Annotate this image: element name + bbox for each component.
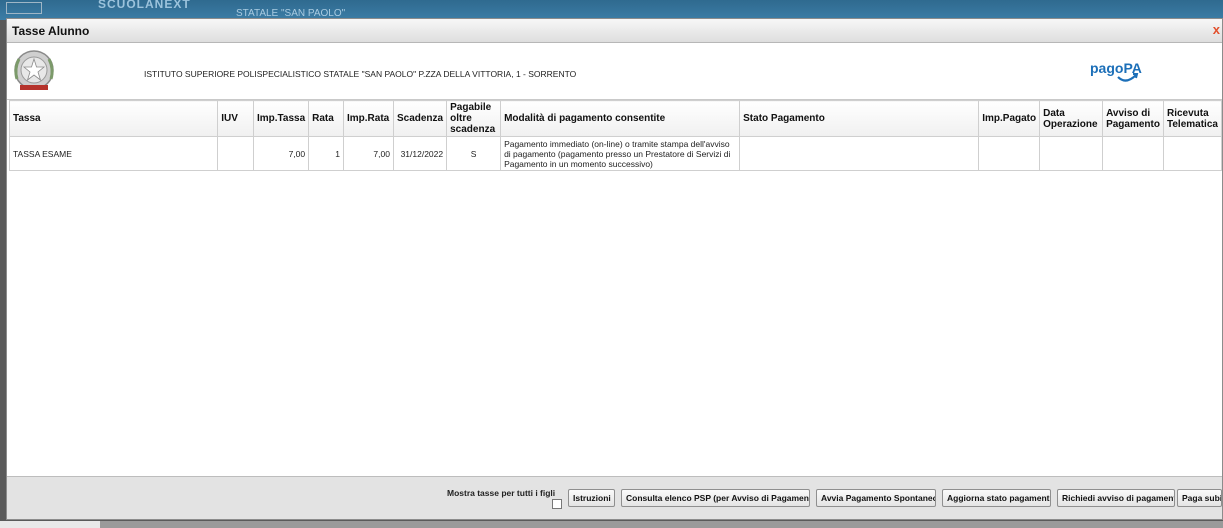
- col-header-avviso[interactable]: Avviso di Pagamento: [1102, 100, 1164, 137]
- cell-modalita: Pagamento immediato (on-line) o tramite …: [500, 136, 741, 171]
- cell-imp-rata: 7,00: [343, 136, 394, 171]
- italian-republic-emblem-icon: [14, 50, 54, 90]
- background-app-footer: [0, 521, 1223, 528]
- pagopa-logo: pagoPA: [1090, 60, 1142, 82]
- cell-rata: 1: [308, 136, 344, 171]
- show-all-checkbox[interactable]: [552, 499, 562, 509]
- school-name: ISTITUTO SUPERIORE POLISPECIALISTICO STA…: [144, 69, 577, 79]
- col-header-rata[interactable]: Rata: [308, 100, 344, 137]
- cell-pagabile-oltre: S: [446, 136, 502, 171]
- cell-imp-tassa: 7,00: [252, 136, 310, 171]
- col-header-ricevuta[interactable]: Ricevuta Telematica: [1162, 100, 1223, 137]
- col-header-modalita[interactable]: Modalità di pagamento consentite: [500, 100, 741, 137]
- show-all-label: Mostra tasse per tutti i figli: [447, 488, 556, 498]
- cell-scadenza: 31/12/2022: [392, 136, 448, 171]
- col-header-data-operazione[interactable]: Data Operazione: [1039, 100, 1104, 137]
- col-header-tassa[interactable]: Tassa: [8, 100, 219, 137]
- col-header-imp-pagato[interactable]: Imp.Pagato: [978, 100, 1041, 137]
- tasse-alunno-dialog: Tasse Alunno x ISTITUTO SUPERIORE POLISP…: [6, 18, 1223, 520]
- paga-subito-button[interactable]: Paga subito: [1177, 489, 1222, 507]
- close-icon[interactable]: x: [1213, 22, 1220, 37]
- cell-data-operazione: [1039, 136, 1104, 171]
- cell-imp-pagato: [978, 136, 1041, 171]
- consulta-psp-button[interactable]: Consulta elenco PSP (per Avviso di Pagam…: [621, 489, 810, 507]
- col-header-scadenza[interactable]: Scadenza: [392, 100, 448, 137]
- dialog-titlebar: Tasse Alunno x: [7, 19, 1222, 43]
- col-header-iuv[interactable]: IUV: [217, 100, 254, 137]
- tasse-table: Tassa IUV Imp.Tassa Rata Imp.Rata Scaden…: [8, 100, 1223, 171]
- cell-stato: [739, 136, 980, 171]
- cell-tassa: TASSA ESAME: [8, 136, 219, 171]
- school-header: ISTITUTO SUPERIORE POLISPECIALISTICO STA…: [7, 43, 1222, 100]
- istruzioni-button[interactable]: Istruzioni: [568, 489, 615, 507]
- cell-avviso[interactable]: [1102, 136, 1164, 171]
- background-app-header: SCUOLANEXT STATALE "SAN PAOLO": [0, 0, 1223, 20]
- table-row[interactable]: TASSA ESAME 7,00 1 7,00 31/12/2022 S Pag…: [8, 136, 1223, 171]
- col-header-stato[interactable]: Stato Pagamento: [739, 100, 980, 137]
- col-header-imp-tassa[interactable]: Imp.Tassa: [252, 100, 310, 137]
- col-header-pagabile-oltre[interactable]: Pagabile oltre scadenza: [446, 100, 502, 137]
- window-icon: [6, 2, 42, 14]
- richiedi-avviso-button[interactable]: Richiedi avviso di pagamento: [1057, 489, 1175, 507]
- dialog-footer: Mostra tasse per tutti i figli Istruzion…: [7, 476, 1222, 519]
- col-header-imp-rata[interactable]: Imp.Rata: [343, 100, 394, 137]
- cell-iuv: [217, 136, 254, 171]
- cell-ricevuta[interactable]: [1162, 136, 1223, 171]
- avvia-pagamento-spontaneo-button[interactable]: Avvia Pagamento Spontaneo: [816, 489, 936, 507]
- aggiorna-stato-button[interactable]: Aggiorna stato pagamenti: [942, 489, 1051, 507]
- table-header-row: Tassa IUV Imp.Tassa Rata Imp.Rata Scaden…: [8, 100, 1223, 137]
- app-brand: SCUOLANEXT: [98, 0, 191, 11]
- dialog-title: Tasse Alunno: [12, 24, 90, 38]
